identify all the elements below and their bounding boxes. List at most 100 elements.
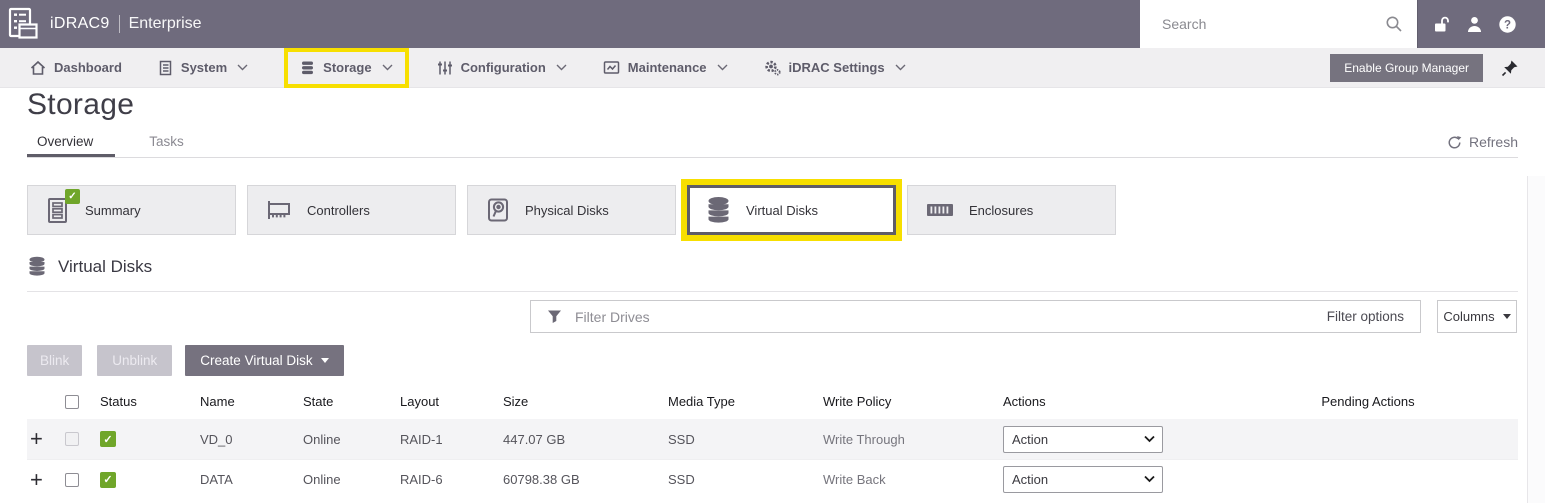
caret-down-icon — [1503, 314, 1511, 319]
filter-drives-box: Filter options — [530, 300, 1421, 333]
virtual-disks-section-icon — [27, 256, 47, 277]
maintenance-icon — [603, 60, 620, 75]
refresh-icon — [1447, 135, 1462, 150]
nav-label: Dashboard — [54, 60, 122, 75]
unblink-button[interactable]: Unblink — [97, 345, 172, 376]
action-select-wrap: Action — [1003, 426, 1163, 453]
filter-options-button[interactable]: Filter options — [1327, 309, 1404, 324]
section-title: Virtual Disks — [58, 257, 152, 277]
idrac-logo-icon — [6, 6, 40, 42]
chevron-down-icon — [382, 64, 393, 71]
col-actions: Actions — [1003, 394, 1218, 409]
vd-size: 447.07 GB — [503, 432, 668, 447]
main-navbar: Dashboard System Storage — [0, 48, 1545, 88]
nav-label: Storage — [323, 60, 371, 75]
vd-name: VD_0 — [200, 432, 303, 447]
status-ok-badge: ✓ — [100, 472, 116, 488]
virtual-disks-icon — [705, 196, 732, 224]
brand: iDRAC9 Enterprise — [0, 6, 202, 42]
refresh-button[interactable]: Refresh — [1447, 134, 1518, 150]
col-pending-actions: Pending Actions — [1321, 394, 1414, 409]
col-write-policy: Write Policy — [823, 394, 1003, 409]
search-input[interactable] — [1140, 16, 1385, 32]
tab-divider — [27, 157, 1518, 158]
filter-drives-input[interactable] — [562, 309, 1327, 325]
caret-down-icon — [321, 358, 329, 363]
table-row: + ✓ VD_0 Online RAID-1 447.07 GB SSD Wri… — [27, 419, 1518, 459]
svg-text:?: ? — [1504, 19, 1511, 31]
card-summary[interactable]: ✓ Summary — [27, 185, 236, 235]
select-all-checkbox[interactable] — [65, 395, 79, 409]
table-header-row: Status Name State Layout Size Media Type… — [27, 388, 1518, 417]
chevron-down-icon — [556, 64, 567, 71]
chevron-down-icon — [895, 64, 906, 71]
action-select[interactable]: Action — [1003, 466, 1163, 493]
brand-text: iDRAC9 Enterprise — [50, 15, 202, 33]
vd-state: Online — [303, 472, 400, 487]
nav-item-idrac-settings[interactable]: iDRAC Settings — [764, 59, 906, 76]
columns-dropdown-button[interactable]: Columns — [1437, 300, 1517, 333]
action-select[interactable]: Action — [1003, 426, 1163, 453]
tab-overview[interactable]: Overview — [37, 134, 93, 149]
vd-layout: RAID-1 — [400, 432, 503, 447]
row-checkbox[interactable] — [65, 473, 79, 487]
card-enclosures[interactable]: Enclosures — [907, 185, 1116, 235]
blink-button[interactable]: Blink — [27, 345, 82, 376]
nav-label: iDRAC Settings — [789, 60, 885, 75]
nav-item-system[interactable]: System — [158, 60, 248, 76]
nav-item-storage[interactable]: Storage — [300, 60, 392, 76]
pin-icon[interactable] — [1501, 59, 1519, 77]
card-physical-disks[interactable]: Physical Disks — [467, 185, 676, 235]
nav-item-maintenance[interactable]: Maintenance — [603, 60, 728, 75]
col-layout: Layout — [400, 394, 503, 409]
search-icon[interactable] — [1385, 15, 1403, 33]
card-controllers[interactable]: Controllers — [247, 185, 456, 235]
idrac-app: iDRAC9 Enterprise — [0, 0, 1545, 503]
vd-media-type: SSD — [668, 432, 823, 447]
nav-item-configuration[interactable]: Configuration — [437, 60, 567, 76]
brand-edition: Enterprise — [129, 15, 202, 33]
system-icon — [158, 60, 173, 76]
section-divider — [27, 291, 1518, 292]
brand-separator — [119, 15, 120, 33]
summary-icon: ✓ — [45, 197, 71, 224]
expand-row-button[interactable]: + — [27, 428, 63, 450]
physical-disks-icon — [485, 197, 511, 224]
table-toolbar: Blink Unblink Create Virtual Disk — [27, 345, 344, 376]
nav-label: Maintenance — [628, 60, 707, 75]
nav-label: System — [181, 60, 227, 75]
card-label: Virtual Disks — [746, 203, 818, 218]
tab-bar: Overview Tasks — [37, 134, 184, 149]
card-label: Physical Disks — [525, 203, 609, 218]
col-name: Name — [200, 394, 303, 409]
nav-right-group: Enable Group Manager — [1330, 54, 1519, 82]
chevron-down-icon — [237, 64, 248, 71]
expand-row-button[interactable]: + — [27, 469, 63, 491]
enable-group-manager-button[interactable]: Enable Group Manager — [1330, 54, 1483, 82]
header-icon-group: ? — [1417, 0, 1545, 48]
help-icon[interactable]: ? — [1498, 15, 1517, 34]
create-virtual-disk-button[interactable]: Create Virtual Disk — [185, 345, 343, 376]
scrollbar-track[interactable] — [1527, 176, 1545, 503]
tab-tasks[interactable]: Tasks — [149, 134, 184, 149]
card-virtual-disks[interactable]: Virtual Disks — [687, 185, 896, 235]
enclosures-icon — [925, 197, 955, 223]
page-title: Storage — [27, 88, 134, 122]
vd-write-policy: Write Through — [823, 432, 1003, 447]
unlock-icon[interactable] — [1432, 15, 1451, 34]
storage-category-cards: ✓ Summary Controllers — [27, 185, 1116, 235]
row-checkbox[interactable] — [65, 432, 79, 446]
nav-item-dashboard[interactable]: Dashboard — [30, 60, 122, 76]
virtual-disks-table: Status Name State Layout Size Media Type… — [27, 388, 1518, 499]
col-media-type: Media Type — [668, 394, 823, 409]
card-label: Enclosures — [969, 203, 1033, 218]
vd-layout: RAID-6 — [400, 472, 503, 487]
nav-items: Dashboard System Storage — [0, 48, 942, 88]
create-virtual-disk-label: Create Virtual Disk — [200, 353, 312, 368]
col-state: State — [303, 394, 400, 409]
status-ok-badge: ✓ — [100, 431, 116, 447]
table-row: + ✓ DATA Online RAID-6 60798.38 GB SSD W… — [27, 459, 1518, 499]
vd-name: DATA — [200, 472, 303, 487]
summary-ok-badge: ✓ — [65, 189, 80, 204]
user-icon[interactable] — [1465, 15, 1484, 34]
